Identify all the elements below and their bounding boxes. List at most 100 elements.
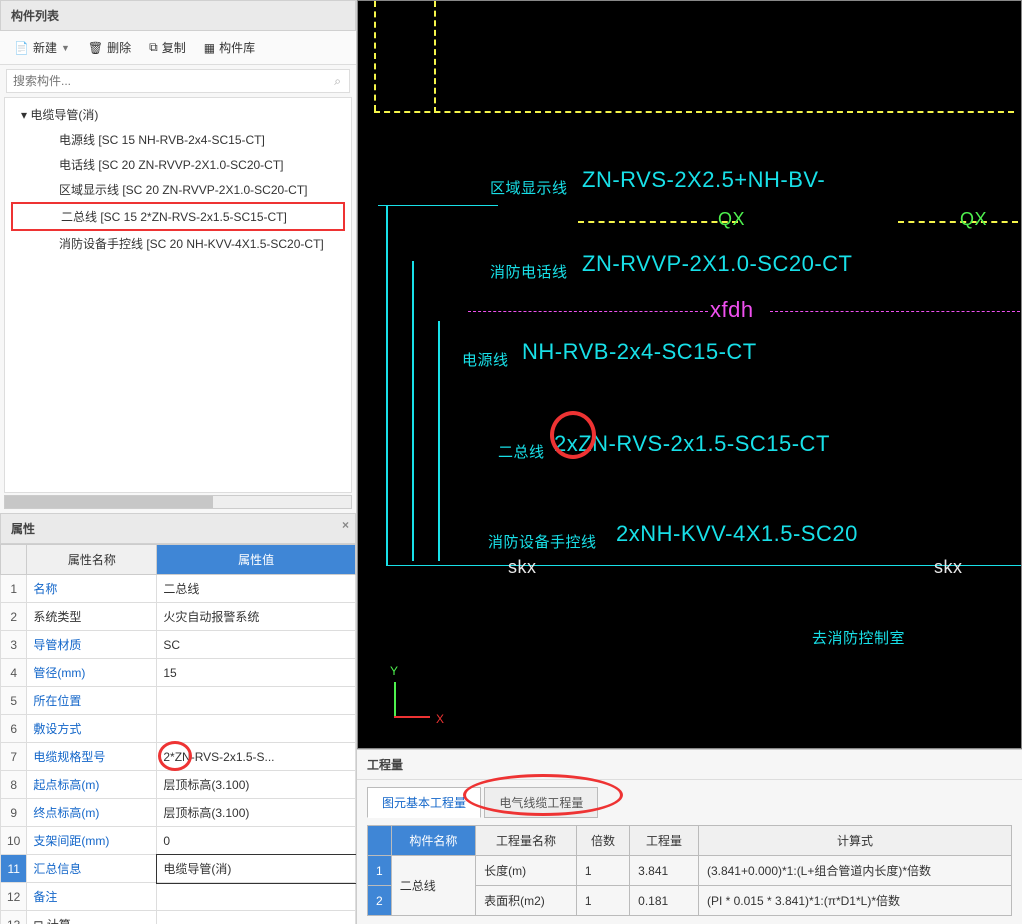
cad-label: 消防设备手控线: [488, 531, 597, 552]
cad-label-qx: QX: [960, 209, 987, 230]
prop-name[interactable]: 终点标高(m): [33, 806, 99, 820]
cad-value: 2xZN-RVS-2x1.5-SC15-CT: [554, 431, 830, 457]
new-icon: 📄: [14, 41, 29, 55]
cad-line: [386, 205, 388, 565]
horizontal-scrollbar[interactable]: [4, 495, 352, 509]
prop-value[interactable]: 0: [157, 827, 356, 855]
cad-line: [898, 221, 1018, 223]
qty-formula: (PI * 0.015 * 3.841)*1:(π*D1*L)*倍数: [698, 886, 1011, 916]
prop-value[interactable]: SC: [157, 631, 356, 659]
properties-table: 属性名称 属性值 1名称二总线 2系统类型火灾自动报警系统 3导管材质SC 4管…: [0, 544, 356, 924]
tab-cable-qty[interactable]: 电气线缆工程量: [484, 787, 598, 818]
qty-row-idx: 2: [368, 886, 392, 916]
qty-h-component: 构件名称: [391, 826, 475, 856]
prop-name[interactable]: 支架间距(mm): [33, 834, 109, 848]
cad-line: [434, 1, 436, 113]
cad-value: NH-RVB-2x4-SC15-CT: [522, 339, 757, 365]
properties-header: 属性 ×: [0, 513, 356, 544]
cad-label-qx: QX: [718, 209, 745, 230]
prop-name[interactable]: 备注: [33, 890, 57, 904]
qty-factor: 1: [576, 886, 629, 916]
cad-line: [770, 311, 1020, 312]
tree-item[interactable]: 电话线 [SC 20 ZN-RVVP-2X1.0-SC20-CT]: [5, 152, 351, 177]
quantity-pane: 工程量 图元基本工程量 电气线缆工程量 构件名称 工程量名称 倍数 工程量 计算…: [357, 749, 1022, 924]
component-list-header: 构件列表: [0, 0, 356, 31]
tree-item[interactable]: 区域显示线 [SC 20 ZN-RVVP-2X1.0-SC20-CT]: [5, 177, 351, 202]
library-button[interactable]: ▦构件库: [198, 37, 261, 58]
qty-value: 3.841: [630, 856, 699, 886]
cad-label-skx: skx: [508, 557, 537, 578]
cad-label: 二总线: [498, 441, 545, 462]
prop-value[interactable]: 15: [157, 659, 356, 687]
search-input[interactable]: [7, 70, 326, 92]
copy-icon: ⧉: [149, 40, 158, 55]
copy-button[interactable]: ⧉复制: [143, 37, 192, 58]
qty-name: 长度(m): [476, 856, 577, 886]
prop-name-header: 属性名称: [27, 545, 157, 575]
prop-name[interactable]: 管径(mm): [33, 666, 85, 680]
qty-h-blank: [368, 826, 392, 856]
close-icon[interactable]: ×: [342, 518, 349, 532]
prop-group[interactable]: ⊟ 计算: [27, 911, 157, 924]
prop-value[interactable]: 火灾自动报警系统: [157, 603, 356, 631]
qty-h-name: 工程量名称: [476, 826, 577, 856]
prop-value[interactable]: [157, 687, 356, 715]
prop-value[interactable]: [157, 715, 356, 743]
prop-value[interactable]: 电缆导管(消): [157, 855, 356, 883]
delete-button[interactable]: 🗑删除: [82, 37, 137, 58]
prop-name[interactable]: 导管材质: [33, 638, 81, 652]
tab-basic-qty[interactable]: 图元基本工程量: [367, 787, 481, 818]
chevron-down-icon: ▼: [61, 43, 70, 53]
cad-label: 消防电话线: [490, 261, 568, 282]
cad-line: [468, 311, 708, 312]
prop-name: 系统类型: [27, 603, 157, 631]
prop-name[interactable]: 名称: [33, 582, 57, 596]
tree-root[interactable]: ▾ 电缆导管(消): [5, 102, 351, 127]
component-tree[interactable]: ▾ 电缆导管(消) 电源线 [SC 15 NH-RVB-2x4-SC15-CT]…: [4, 97, 352, 493]
cad-label-xfdh: xfdh: [710, 297, 754, 323]
cad-line: [374, 111, 1014, 113]
cad-value: ZN-RVVP-2X1.0-SC20-CT: [582, 251, 853, 277]
prop-name[interactable]: 起点标高(m): [33, 778, 99, 792]
qty-formula: (3.841+0.000)*1:(L+组合管道内长度)*倍数: [698, 856, 1011, 886]
cad-line: [412, 261, 414, 561]
search-icon[interactable]: ⌕: [326, 74, 349, 89]
qty-h-factor: 倍数: [576, 826, 629, 856]
qty-name: 表面积(m2): [476, 886, 577, 916]
prop-name[interactable]: 电缆规格型号: [33, 750, 105, 764]
new-button[interactable]: 📄新建 ▼: [8, 37, 76, 58]
tree-item[interactable]: 消防设备手控线 [SC 20 NH-KVV-4X1.5-SC20-CT]: [5, 231, 351, 256]
prop-value-header: 属性值: [157, 545, 356, 575]
prop-name[interactable]: 敷设方式: [33, 722, 81, 736]
cad-line: [378, 205, 498, 206]
cad-line: [578, 221, 738, 223]
cad-label-skx: skx: [934, 557, 963, 578]
prop-name[interactable]: 汇总信息: [33, 862, 81, 876]
cad-value: 2xNH-KVV-4X1.5-SC20: [616, 521, 858, 547]
cad-line: [438, 321, 440, 561]
cad-label: 电源线: [462, 349, 509, 370]
component-list-title: 构件列表: [11, 9, 59, 23]
prop-value[interactable]: 层顶标高(3.100): [157, 771, 356, 799]
qty-value: 0.181: [630, 886, 699, 916]
qty-component-name: 二总线: [391, 856, 475, 916]
cad-line: [386, 565, 1022, 566]
library-icon: ▦: [204, 41, 215, 55]
cad-line: [374, 1, 376, 111]
component-toolbar: 📄新建 ▼ 🗑删除 ⧉复制 ▦构件库: [0, 31, 356, 65]
prop-value[interactable]: 二总线: [157, 575, 356, 603]
cad-value: ZN-RVS-2X2.5+NH-BV-: [582, 167, 825, 193]
qty-factor: 1: [576, 856, 629, 886]
cad-label: 区域显示线: [490, 177, 568, 198]
prop-name[interactable]: 所在位置: [33, 694, 81, 708]
prop-value[interactable]: 层顶标高(3.100): [157, 799, 356, 827]
qty-h-formula: 计算式: [698, 826, 1011, 856]
tree-item-selected[interactable]: 二总线 [SC 15 2*ZN-RVS-2x1.5-SC15-CT]: [11, 202, 345, 231]
prop-value[interactable]: 2*ZN-RVS-2x1.5-S...: [157, 743, 356, 771]
prop-value: [157, 911, 356, 924]
cad-viewport[interactable]: 区域显示线 ZN-RVS-2X2.5+NH-BV- QX QX 消防电话线 ZN…: [357, 0, 1022, 749]
prop-value[interactable]: [157, 883, 356, 911]
prop-idx-header: [1, 545, 27, 575]
tree-item[interactable]: 电源线 [SC 15 NH-RVB-2x4-SC15-CT]: [5, 127, 351, 152]
cad-note: 去消防控制室: [812, 627, 905, 648]
